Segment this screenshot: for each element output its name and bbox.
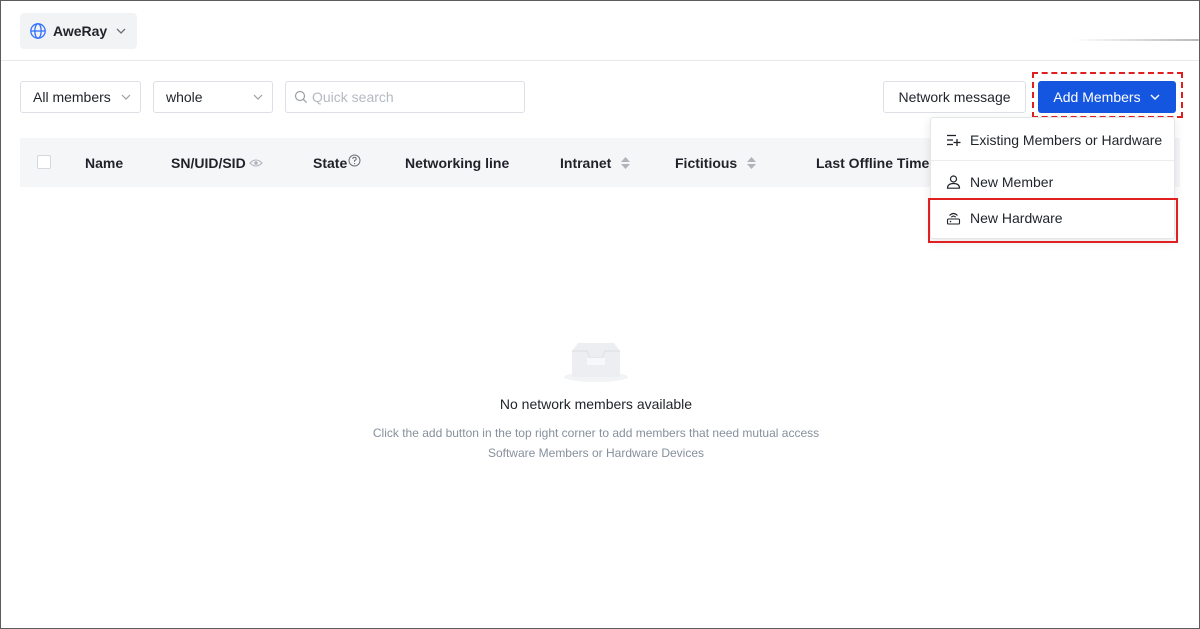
add-members-label: Add Members	[1053, 89, 1141, 105]
menu-item-new-member[interactable]: New Member	[931, 164, 1174, 200]
empty-state-title: No network members available	[499, 396, 693, 412]
column-intranet[interactable]: Intranet	[560, 138, 631, 187]
empty-state-subdescription: Software Members or Hardware Devices	[487, 446, 705, 460]
chevron-down-icon	[1150, 94, 1160, 100]
chevron-down-icon	[121, 94, 131, 100]
network-selector[interactable]: AweRay	[20, 13, 137, 49]
column-networking-line: Networking line	[405, 154, 510, 171]
chevron-down-icon	[253, 94, 263, 100]
scope-filter-select[interactable]: whole	[153, 81, 273, 113]
top-header: AweRay	[1, 1, 1199, 61]
members-filter-select[interactable]: All members	[20, 81, 141, 113]
column-sn-uid-sid: SN/UID/SID	[171, 138, 263, 187]
menu-item-existing-members[interactable]: Existing Members or Hardware	[931, 122, 1174, 158]
search-input[interactable]	[312, 89, 512, 105]
scope-filter-value: whole	[166, 89, 203, 105]
column-name: Name	[85, 154, 124, 171]
menu-item-label: New Member	[970, 174, 1054, 190]
app-window: AweRay All members whole Network message…	[0, 0, 1200, 629]
column-last-offline-time: Last Offline Time	[816, 154, 930, 171]
user-icon	[946, 175, 961, 189]
empty-box-icon	[564, 343, 628, 382]
add-members-button[interactable]: Add Members	[1038, 81, 1176, 113]
empty-state-description: Click the add button in the top right co…	[372, 426, 820, 440]
new-hardware-highlight	[928, 198, 1178, 243]
menu-item-label: Existing Members or Hardware	[970, 132, 1163, 148]
eye-icon[interactable]	[248, 158, 263, 168]
sort-icon[interactable]	[744, 156, 757, 169]
network-name: AweRay	[53, 23, 108, 39]
search-icon	[294, 90, 308, 104]
sort-icon[interactable]	[618, 156, 631, 169]
menu-divider	[931, 160, 1174, 161]
quick-search	[285, 81, 525, 113]
network-message-button[interactable]: Network message	[883, 81, 1026, 113]
globe-icon	[30, 23, 46, 39]
select-all-checkbox[interactable]	[37, 155, 51, 169]
header-decoration	[1073, 39, 1199, 41]
list-add-icon	[947, 134, 961, 146]
column-state: State	[313, 138, 361, 187]
chevron-down-icon	[116, 28, 126, 34]
members-filter-value: All members	[33, 89, 111, 105]
help-circle-icon[interactable]	[348, 154, 361, 167]
column-fictitious[interactable]: Fictitious	[675, 138, 757, 187]
